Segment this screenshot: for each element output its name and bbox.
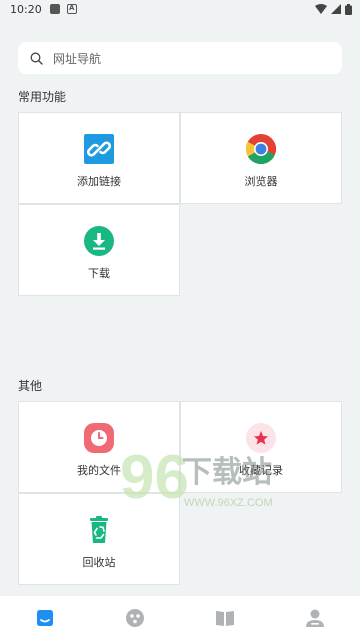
my-files-button[interactable]: 我的文件 — [18, 401, 180, 493]
bottom-nav — [0, 596, 360, 640]
svg-text:WWW.96XZ.COM: WWW.96XZ.COM — [184, 497, 273, 509]
discover-icon — [126, 609, 144, 627]
book-icon — [216, 611, 234, 626]
browser-label: 浏览器 — [244, 175, 278, 188]
signal-icon — [331, 4, 341, 14]
add-link-button[interactable]: 添加链接 — [18, 112, 180, 204]
section-title-common: 常用功能 — [18, 90, 67, 104]
star-favorite-icon — [245, 422, 277, 454]
battery-icon — [345, 3, 352, 15]
status-bar: 10:20 A — [0, 0, 360, 18]
nav-discover[interactable] — [90, 596, 180, 640]
recycle-bin-label: 回收站 — [82, 556, 116, 569]
notification-square-icon — [49, 4, 60, 14]
search-bar[interactable]: 网址导航 — [18, 42, 342, 74]
notification-a-icon: A — [66, 4, 77, 14]
recycle-bin-icon — [83, 514, 115, 546]
status-time: 10:20 — [10, 2, 42, 16]
favorites-label: 收藏记录 — [239, 464, 283, 477]
nav-book[interactable] — [180, 596, 270, 640]
wifi-icon — [315, 4, 327, 14]
home-icon — [37, 610, 53, 626]
search-placeholder: 网址导航 — [53, 51, 102, 66]
add-link-label: 添加链接 — [77, 175, 121, 188]
clock-file-icon — [83, 422, 115, 454]
link-icon — [83, 133, 115, 165]
nav-home[interactable] — [0, 596, 90, 640]
download-label: 下载 — [88, 267, 110, 280]
search-icon — [30, 52, 43, 65]
download-icon — [83, 225, 115, 257]
nav-profile[interactable] — [270, 596, 360, 640]
section-title-other: 其他 — [18, 379, 43, 393]
profile-icon — [306, 609, 324, 627]
chrome-browser-icon — [245, 133, 277, 165]
my-files-label: 我的文件 — [77, 464, 121, 477]
download-button[interactable]: 下载 — [18, 204, 180, 296]
browser-button[interactable]: 浏览器 — [180, 112, 342, 204]
favorites-button[interactable]: 收藏记录 — [180, 401, 342, 493]
recycle-bin-button[interactable]: 回收站 — [18, 493, 180, 585]
